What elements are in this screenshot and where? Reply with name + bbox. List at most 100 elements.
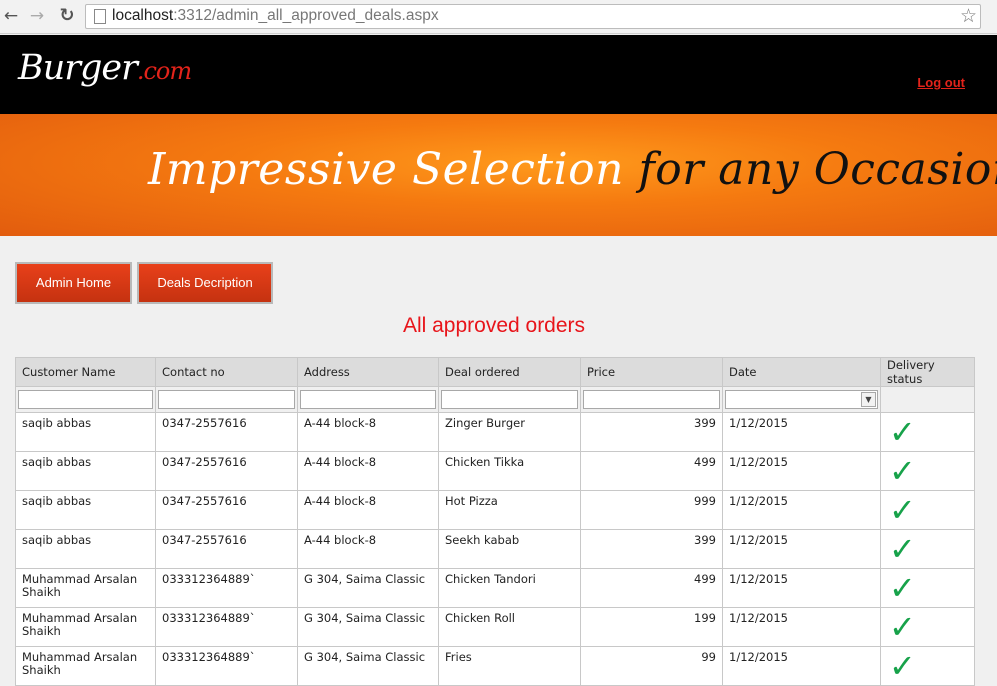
url-path: :3312/admin_all_approved_deals.aspx	[173, 7, 439, 24]
logout-link[interactable]: Log out	[917, 75, 965, 90]
logo-domain-text: .com	[136, 57, 192, 85]
back-arrow-icon[interactable]: ←	[0, 5, 22, 27]
column-header-price[interactable]: Price	[580, 357, 723, 387]
customer-name-cell: saqib abbas	[15, 490, 156, 530]
price-cell: 499	[580, 568, 723, 608]
banner-slogan-part2: for any Occasion	[638, 144, 997, 195]
page-icon	[94, 9, 106, 24]
table-row[interactable]: Muhammad Arsalan Shaikh 033312364889` G 30…	[15, 607, 975, 647]
table-row[interactable]: Muhammad Arsalan Shaikh 033312364889` G 30…	[15, 646, 975, 686]
delivery-status-cell: ✓	[880, 412, 975, 452]
column-header-delivery-status[interactable]: Delivery status	[880, 357, 975, 387]
filter-row: ▼	[15, 386, 975, 413]
checkmark-icon: ✓	[889, 569, 916, 607]
table-row[interactable]: Muhammad Arsalan Shaikh 033312364889` G 30…	[15, 568, 975, 608]
deal-ordered-cell: Seekh kabab	[438, 529, 581, 569]
address-filter-input[interactable]	[300, 390, 436, 409]
date-cell: 1/12/2015	[722, 607, 881, 647]
banner-slogan-part1: Impressive Selection	[148, 144, 624, 195]
filter-cell	[155, 386, 298, 413]
contact-no-cell: 033312364889`	[155, 568, 298, 608]
deal-ordered-filter-input[interactable]	[441, 390, 578, 409]
url-text[interactable]: localhost:3312/admin_all_approved_deals.…	[112, 7, 439, 25]
checkmark-icon: ✓	[889, 491, 916, 529]
browser-toolbar: ← → ↻ localhost:3312/admin_all_approved_…	[0, 0, 997, 34]
checkmark-icon: ✓	[889, 413, 916, 451]
address-bar[interactable]: localhost:3312/admin_all_approved_deals.…	[85, 4, 981, 29]
delivery-status-cell: ✓	[880, 646, 975, 686]
logo[interactable]: Burger.com	[18, 48, 192, 88]
address-cell: A-44 block-8	[297, 529, 439, 569]
checkmark-icon: ✓	[889, 452, 916, 490]
price-cell: 399	[580, 529, 723, 569]
contact-no-cell: 0347-2557616	[155, 451, 298, 491]
price-cell: 199	[580, 607, 723, 647]
customer-name-cell: Muhammad Arsalan Shaikh	[15, 607, 156, 647]
bookmark-star-icon[interactable]: ☆	[960, 5, 977, 27]
checkmark-icon: ✓	[889, 530, 916, 568]
filter-cell	[15, 386, 156, 413]
contact-no-cell: 0347-2557616	[155, 529, 298, 569]
column-header-date[interactable]: Date	[722, 357, 881, 387]
checkmark-icon: ✓	[889, 608, 916, 646]
table-header-row: Customer Name Contact no Address Deal or…	[15, 357, 975, 387]
date-filter-select[interactable]: ▼	[725, 390, 878, 409]
banner-slogan: Impressive Selection for any Occasion	[148, 144, 997, 195]
delivery-status-cell: ✓	[880, 607, 975, 647]
deal-ordered-cell: Chicken Tikka	[438, 451, 581, 491]
price-cell: 499	[580, 451, 723, 491]
table-row[interactable]: saqib abbas 0347-2557616 A-44 block-8 Hot P…	[15, 490, 975, 530]
table-row[interactable]: saqib abbas 0347-2557616 A-44 block-8 Zinge…	[15, 412, 975, 452]
date-cell: 1/12/2015	[722, 412, 881, 452]
deal-ordered-cell: Zinger Burger	[438, 412, 581, 452]
contact-no-cell: 0347-2557616	[155, 490, 298, 530]
contact-no-filter-input[interactable]	[158, 390, 295, 409]
column-header-address[interactable]: Address	[297, 357, 439, 387]
filter-cell-empty	[880, 386, 975, 413]
column-header-customer-name[interactable]: Customer Name	[15, 357, 156, 387]
hero-banner: Impressive Selection for any Occasion	[0, 114, 997, 236]
price-cell: 399	[580, 412, 723, 452]
price-filter-input[interactable]	[583, 390, 720, 409]
reload-icon[interactable]: ↻	[56, 5, 78, 27]
customer-name-filter-input[interactable]	[18, 390, 153, 409]
column-header-deal-ordered[interactable]: Deal ordered	[438, 357, 581, 387]
date-cell: 1/12/2015	[722, 529, 881, 569]
admin-home-button[interactable]: Admin Home	[15, 262, 132, 304]
delivery-status-cell: ✓	[880, 490, 975, 530]
customer-name-cell: saqib abbas	[15, 529, 156, 569]
customer-name-cell: Muhammad Arsalan Shaikh	[15, 568, 156, 608]
delivery-status-cell: ✓	[880, 529, 975, 569]
filter-cell: ▼	[722, 386, 881, 413]
contact-no-cell: 033312364889`	[155, 607, 298, 647]
chevron-down-icon[interactable]: ▼	[861, 392, 876, 407]
customer-name-cell: saqib abbas	[15, 412, 156, 452]
date-cell: 1/12/2015	[722, 646, 881, 686]
delivery-status-cell: ✓	[880, 451, 975, 491]
deal-ordered-cell: Hot Pizza	[438, 490, 581, 530]
table-row[interactable]: saqib abbas 0347-2557616 A-44 block-8 Seekh…	[15, 529, 975, 569]
deal-ordered-cell: Chicken Tandori	[438, 568, 581, 608]
url-host: localhost	[112, 7, 174, 24]
price-cell: 99	[580, 646, 723, 686]
address-cell: G 304, Saima Classic	[297, 568, 439, 608]
contact-no-cell: 033312364889`	[155, 646, 298, 686]
deals-description-button[interactable]: Deals Decription	[137, 262, 273, 304]
page-title: All approved orders	[402, 314, 586, 337]
address-cell: G 304, Saima Classic	[297, 646, 439, 686]
table-row[interactable]: saqib abbas 0347-2557616 A-44 block-8 Chick…	[15, 451, 975, 491]
date-cell: 1/12/2015	[722, 451, 881, 491]
filter-cell	[438, 386, 581, 413]
address-cell: G 304, Saima Classic	[297, 607, 439, 647]
delivery-status-cell: ✓	[880, 568, 975, 608]
column-header-contact-no[interactable]: Contact no	[155, 357, 298, 387]
filter-cell	[580, 386, 723, 413]
address-cell: A-44 block-8	[297, 451, 439, 491]
filter-cell	[297, 386, 439, 413]
date-cell: 1/12/2015	[722, 490, 881, 530]
deal-ordered-cell: Fries	[438, 646, 581, 686]
logo-main-text: Burger	[18, 48, 138, 88]
site-header: Burger.com Log out	[0, 35, 997, 114]
forward-arrow-icon[interactable]: →	[26, 5, 48, 27]
address-cell: A-44 block-8	[297, 490, 439, 530]
